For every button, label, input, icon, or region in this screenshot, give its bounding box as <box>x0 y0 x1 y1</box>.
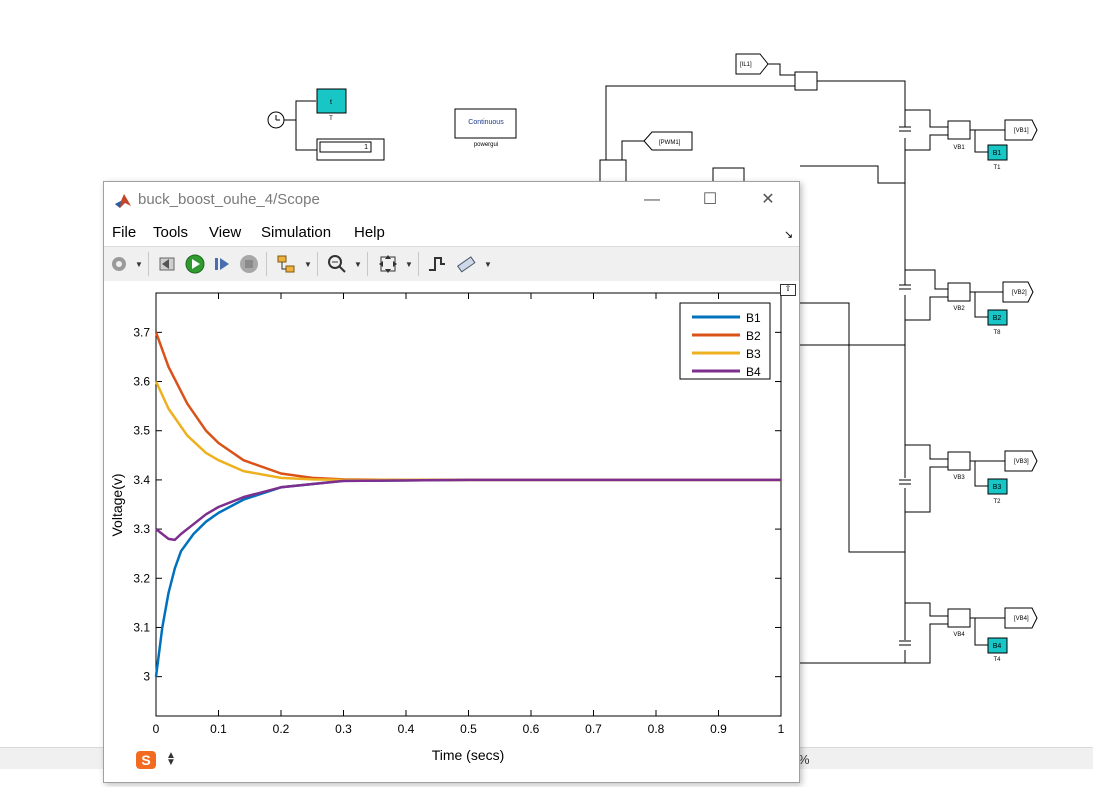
voltmeter-vb1-label: VB1 <box>953 145 965 151</box>
close-button[interactable]: ✕ <box>746 186 790 214</box>
x-tick-label: 0.8 <box>648 722 665 736</box>
x-tick-label: 0.6 <box>523 722 540 736</box>
workspace-block-b4-label: T4 <box>993 657 1001 663</box>
step-forward-icon[interactable] <box>211 253 233 275</box>
measurements-dropdown-icon[interactable]: ▼ <box>484 260 492 269</box>
scope-window[interactable]: buck_boost_ouhe_4/Scope — ☐ ✕ File Tools… <box>103 181 800 783</box>
highlight-block-icon[interactable] <box>275 253 297 275</box>
x-tick-label: 1 <box>778 722 785 736</box>
settings-dropdown-icon[interactable]: ▼ <box>135 260 143 269</box>
goto-tag-vb1-text: [VB1] <box>1014 128 1029 134</box>
legend[interactable]: B1 B2 B3 B4 <box>679 302 771 380</box>
legend-label-b4: B4 <box>746 365 761 379</box>
zoom-icon[interactable] <box>326 253 348 275</box>
zoom-dropdown-icon[interactable]: ▼ <box>354 260 362 269</box>
input-method-toggle-icon[interactable]: ▲ ▼ <box>166 751 176 768</box>
x-tick-label: 0.4 <box>398 722 415 736</box>
workspace-block-b2-text: B2 <box>993 315 1002 322</box>
toolbar-separator <box>148 252 149 276</box>
x-tick-label: 0.3 <box>335 722 352 736</box>
menu-bar: File Tools View Simulation Help ↘ <box>104 218 799 246</box>
workspace-block-b3-label: T2 <box>993 499 1001 505</box>
x-tick-label: 0.2 <box>273 722 290 736</box>
legend-label-b2: B2 <box>746 329 761 343</box>
y-tick-label: 3.4 <box>133 473 150 487</box>
x-tick-label: 0.7 <box>585 722 602 736</box>
settings-icon[interactable] <box>108 253 130 275</box>
voltmeter-vb2[interactable] <box>947 282 971 302</box>
goto-tag-vb3-text: [VB3] <box>1014 459 1029 465</box>
workspace-block-b2-label: T8 <box>993 330 1001 336</box>
y-tick-label: 3.2 <box>133 571 150 585</box>
toolbar-separator <box>418 252 419 276</box>
voltmeter-vb4-label: VB4 <box>953 632 965 638</box>
y-tick-label: 3.7 <box>133 325 150 339</box>
goto-tag-vb4-text: [VB4] <box>1014 616 1029 622</box>
run-icon[interactable] <box>184 253 206 275</box>
matlab-logo-icon <box>115 194 131 208</box>
voltage-chart[interactable]: 0 0.1 0.2 0.3 0.4 0.5 0.6 0.7 0.8 0.9 1 3 3.1 3.2 3.3 3… <box>104 281 799 782</box>
y-tick-label: 3.6 <box>133 375 150 389</box>
x-tick-label: 0 <box>153 722 160 736</box>
powergui-label: powergui <box>474 142 498 148</box>
voltmeter-vb2-label: VB2 <box>953 306 965 312</box>
toolbar-separator <box>367 252 368 276</box>
legend-label-b1: B1 <box>746 311 761 325</box>
maximize-button[interactable]: ☐ <box>688 186 732 214</box>
x-tick-label: 0.5 <box>460 722 477 736</box>
y-tick-label: 3.1 <box>133 620 150 634</box>
minimize-button[interactable]: — <box>630 186 674 214</box>
toolbar-separator <box>266 252 267 276</box>
fit-to-view-icon[interactable] <box>377 253 399 275</box>
x-axis-label: Time (secs) <box>432 747 505 763</box>
step-back-icon[interactable] <box>157 253 179 275</box>
measurements-icon[interactable] <box>455 253 477 275</box>
dock-arrow-icon[interactable]: ↘ <box>784 228 793 241</box>
y-tick-label: 3.5 <box>133 424 150 438</box>
display-value: 1 <box>364 144 368 151</box>
voltmeter-vb3[interactable] <box>947 451 971 471</box>
triggers-icon[interactable] <box>426 253 448 275</box>
workspace-block-b3-text: B3 <box>993 484 1002 491</box>
scope-plot-area[interactable]: ⇧ 0 0.1 0.2 0.3 0.4 0.5 0.6 0.7 0.8 0.9 1 3 3.1 3.2 3.… <box>104 281 799 782</box>
workspace-block-b4-text: B4 <box>993 643 1002 650</box>
menu-file[interactable]: File <box>112 224 136 241</box>
inductor-block[interactable] <box>712 167 745 183</box>
x-tick-label: 0.1 <box>210 722 227 736</box>
undock-axes-icon[interactable]: ⇧ <box>780 284 796 296</box>
powergui-text: Continuous <box>468 119 504 126</box>
stop-icon[interactable] <box>238 253 260 275</box>
legend-label-b3: B3 <box>746 347 761 361</box>
y-tick-label: 3.3 <box>133 522 150 536</box>
menu-simulation[interactable]: Simulation <box>261 224 331 241</box>
toolbar-separator <box>317 252 318 276</box>
voltmeter-vb4[interactable] <box>947 608 971 628</box>
workspace-block-b1-label: T1 <box>993 165 1001 171</box>
voltmeter-vb3-label: VB3 <box>953 475 965 481</box>
x-tick-label: 0.9 <box>710 722 727 736</box>
clock-output-text: t <box>330 99 332 106</box>
scope-window-title: buck_boost_ouhe_4/Scope <box>138 191 320 208</box>
y-axis-label: Voltage(v) <box>109 473 125 536</box>
menu-help[interactable]: Help <box>354 224 385 241</box>
voltmeter-vb1[interactable] <box>947 120 971 140</box>
input-method-icon[interactable]: S <box>135 750 157 770</box>
svg-text:S: S <box>141 752 150 768</box>
scope-toolbar: ▼ ▼ ▼ ▼ ▼ <box>104 246 799 282</box>
goto-tag-vb2-text: [VB2] <box>1012 290 1027 296</box>
highlight-dropdown-icon[interactable]: ▼ <box>304 260 312 269</box>
clock-output-label: T <box>329 116 333 122</box>
goto-tag-il1-text: [IL1] <box>740 62 752 68</box>
workspace-block-b1-text: B1 <box>993 150 1002 157</box>
goto-tag-pwm1-text: [PWM1] <box>659 140 681 146</box>
fit-dropdown-icon[interactable]: ▼ <box>405 260 413 269</box>
sum-block[interactable] <box>794 71 818 91</box>
menu-tools[interactable]: Tools <box>153 224 188 241</box>
voltmeter-group: VB1 VB2 VB3 VB4 <box>947 120 971 638</box>
menu-view[interactable]: View <box>209 224 241 241</box>
y-tick-label: 3 <box>143 670 150 684</box>
switch-block[interactable] <box>599 159 627 183</box>
scope-title-bar[interactable]: buck_boost_ouhe_4/Scope — ☐ ✕ <box>104 182 799 218</box>
